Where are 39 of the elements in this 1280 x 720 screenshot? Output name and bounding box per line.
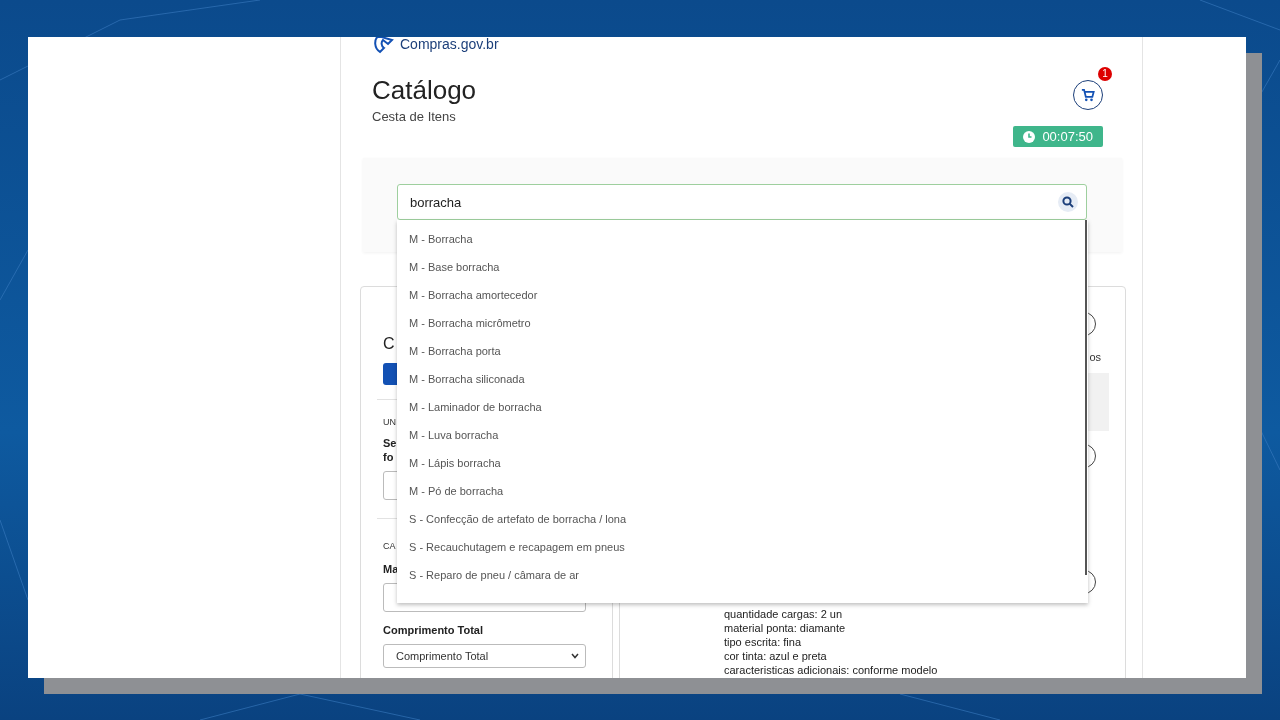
card-heading: C xyxy=(383,335,395,353)
cart-button[interactable] xyxy=(1073,80,1103,110)
suggestion-item[interactable]: M - Base borracha xyxy=(397,253,1088,281)
cart-count-badge: 1 xyxy=(1098,67,1112,81)
detail-line: material ponta: diamante xyxy=(724,621,847,635)
suggestion-item[interactable]: M - Luva borracha xyxy=(397,421,1088,449)
field-label: Comprimento Total xyxy=(383,624,483,636)
field-label: fo xyxy=(383,451,394,463)
caret-icon xyxy=(571,653,579,659)
field-label: Se xyxy=(383,437,397,449)
page-subtitle: Cesta de Itens xyxy=(372,109,457,124)
suggestion-item[interactable]: S - Recauchutagem e recapagem em pneus xyxy=(397,533,1088,561)
suggestion-item[interactable]: M - Borracha micrômetro xyxy=(397,309,1088,337)
section-label: UN xyxy=(383,417,396,427)
page-title: Catálogo xyxy=(372,75,477,105)
clock-icon xyxy=(1023,130,1036,143)
suggestion-item[interactable]: S - Confecção de artefato de borracha / lona xyxy=(397,505,1088,533)
cart-icon xyxy=(1081,88,1095,102)
logo-text: Compras.gov.br xyxy=(400,37,499,52)
suggestion-item[interactable]: M - Borracha porta xyxy=(397,337,1088,365)
suggestion-item[interactable]: M - Borracha siliconada xyxy=(397,365,1088,393)
scrollbar[interactable] xyxy=(1085,220,1087,575)
suggestion-item[interactable]: M - Lápis borracha xyxy=(397,449,1088,477)
suggestion-item[interactable]: S - Reparo de pneu / câmara de ar xyxy=(397,561,1088,589)
logo-icon xyxy=(372,37,396,56)
search-icon xyxy=(1062,196,1074,208)
search-field[interactable]: borracha xyxy=(397,184,1087,220)
detail-line: quantidade cargas: 2 un xyxy=(724,607,844,621)
timer-text: 00:07:50 xyxy=(1042,129,1093,144)
card-label: os xyxy=(1089,351,1101,363)
section-label: CA xyxy=(383,541,396,551)
detail-line: cor tinta: azul e preta xyxy=(724,649,828,663)
suggestion-item[interactable]: M - Laminador de borracha xyxy=(397,393,1088,421)
suggestion-item[interactable]: M - Borracha amortecedor xyxy=(397,281,1088,309)
length-select[interactable]: Comprimento Total xyxy=(383,644,586,668)
suggestion-item[interactable]: M - Borracha xyxy=(397,225,1088,253)
detail-line: caracteristicas adicionais: conforme modelo xyxy=(724,663,938,677)
detail-line: tipo escrita: fina xyxy=(724,635,803,649)
suggestion-item[interactable]: M - Pó de borracha xyxy=(397,477,1088,505)
